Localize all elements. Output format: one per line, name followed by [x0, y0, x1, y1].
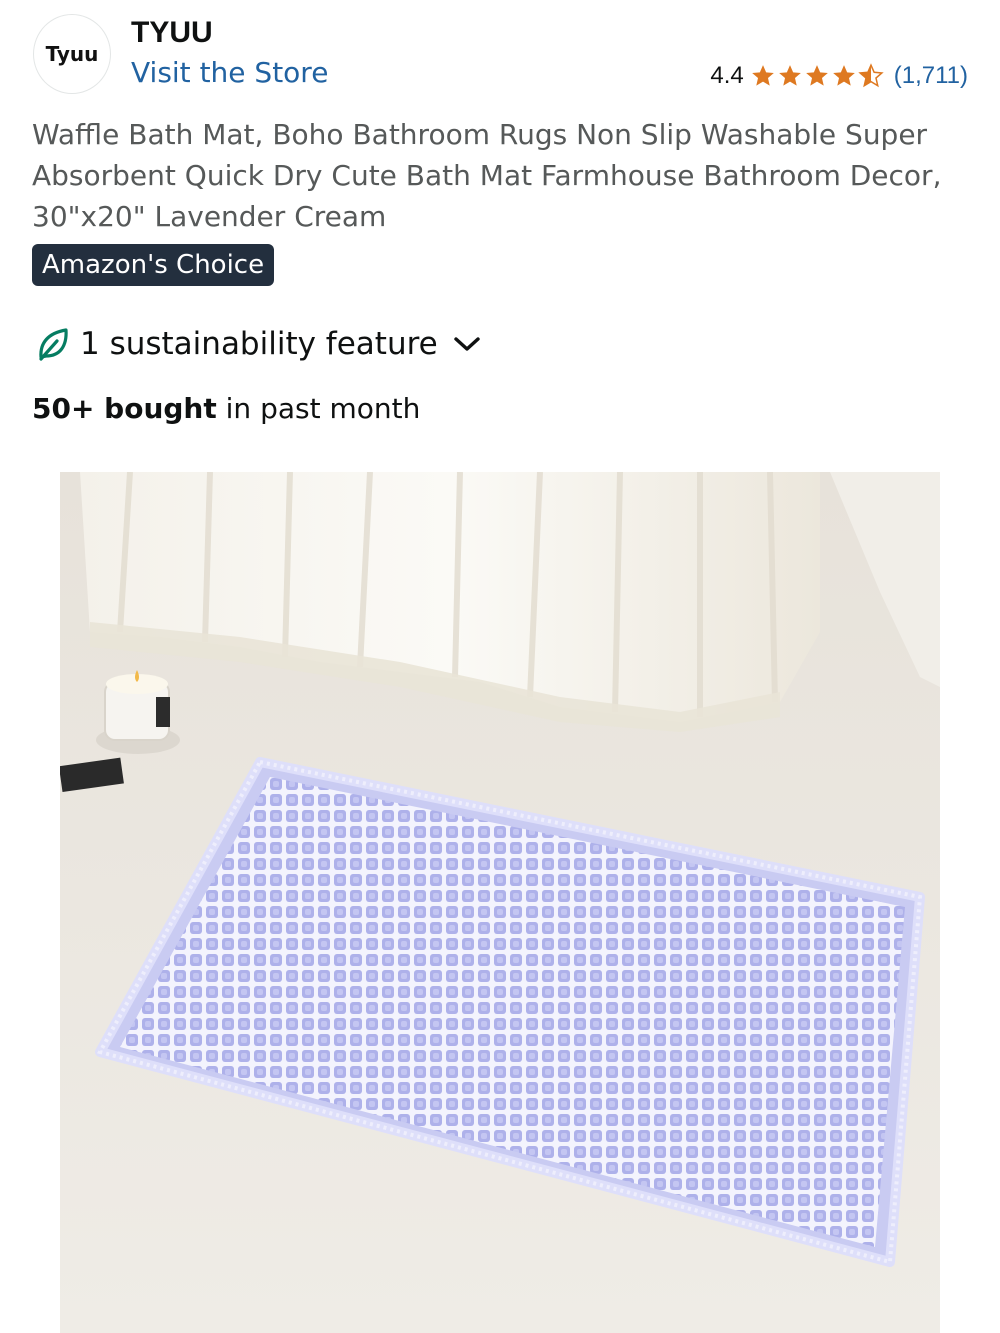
bought-count: 50+ bought: [32, 392, 217, 425]
sustainability-toggle[interactable]: 1 sustainability feature: [36, 326, 482, 362]
star-icon: [832, 65, 855, 86]
bath-mat-photo: [60, 472, 940, 1333]
brand-logo[interactable]: Tyuu: [33, 14, 111, 94]
chevron-down-icon: [454, 337, 480, 351]
rating-summary[interactable]: 4.4 (1,711): [710, 62, 968, 90]
product-image[interactable]: [60, 472, 940, 1333]
star-icon: [805, 65, 828, 86]
bought-in-past-month: 50+ bought in past month: [32, 392, 420, 425]
visit-store-link[interactable]: Visit the Store: [131, 56, 328, 89]
star-icon: [751, 65, 774, 86]
rating-value: 4.4: [710, 62, 744, 89]
star-icon: [778, 65, 801, 86]
brand-logo-text: Tyuu: [45, 42, 99, 66]
product-title: Waffle Bath Mat, Boho Bathroom Rugs Non …: [32, 118, 942, 233]
leaf-icon: [39, 328, 68, 361]
star-rating: [750, 63, 884, 89]
rating-count-link[interactable]: (1,711): [894, 62, 968, 90]
star-half-icon: [858, 63, 884, 88]
sustainability-label: 1 sustainability feature: [80, 326, 438, 362]
amazons-choice-badge[interactable]: Amazon's Choice: [32, 244, 275, 286]
brand-name: TYUU: [131, 16, 213, 49]
bought-suffix: in past month: [216, 392, 421, 425]
